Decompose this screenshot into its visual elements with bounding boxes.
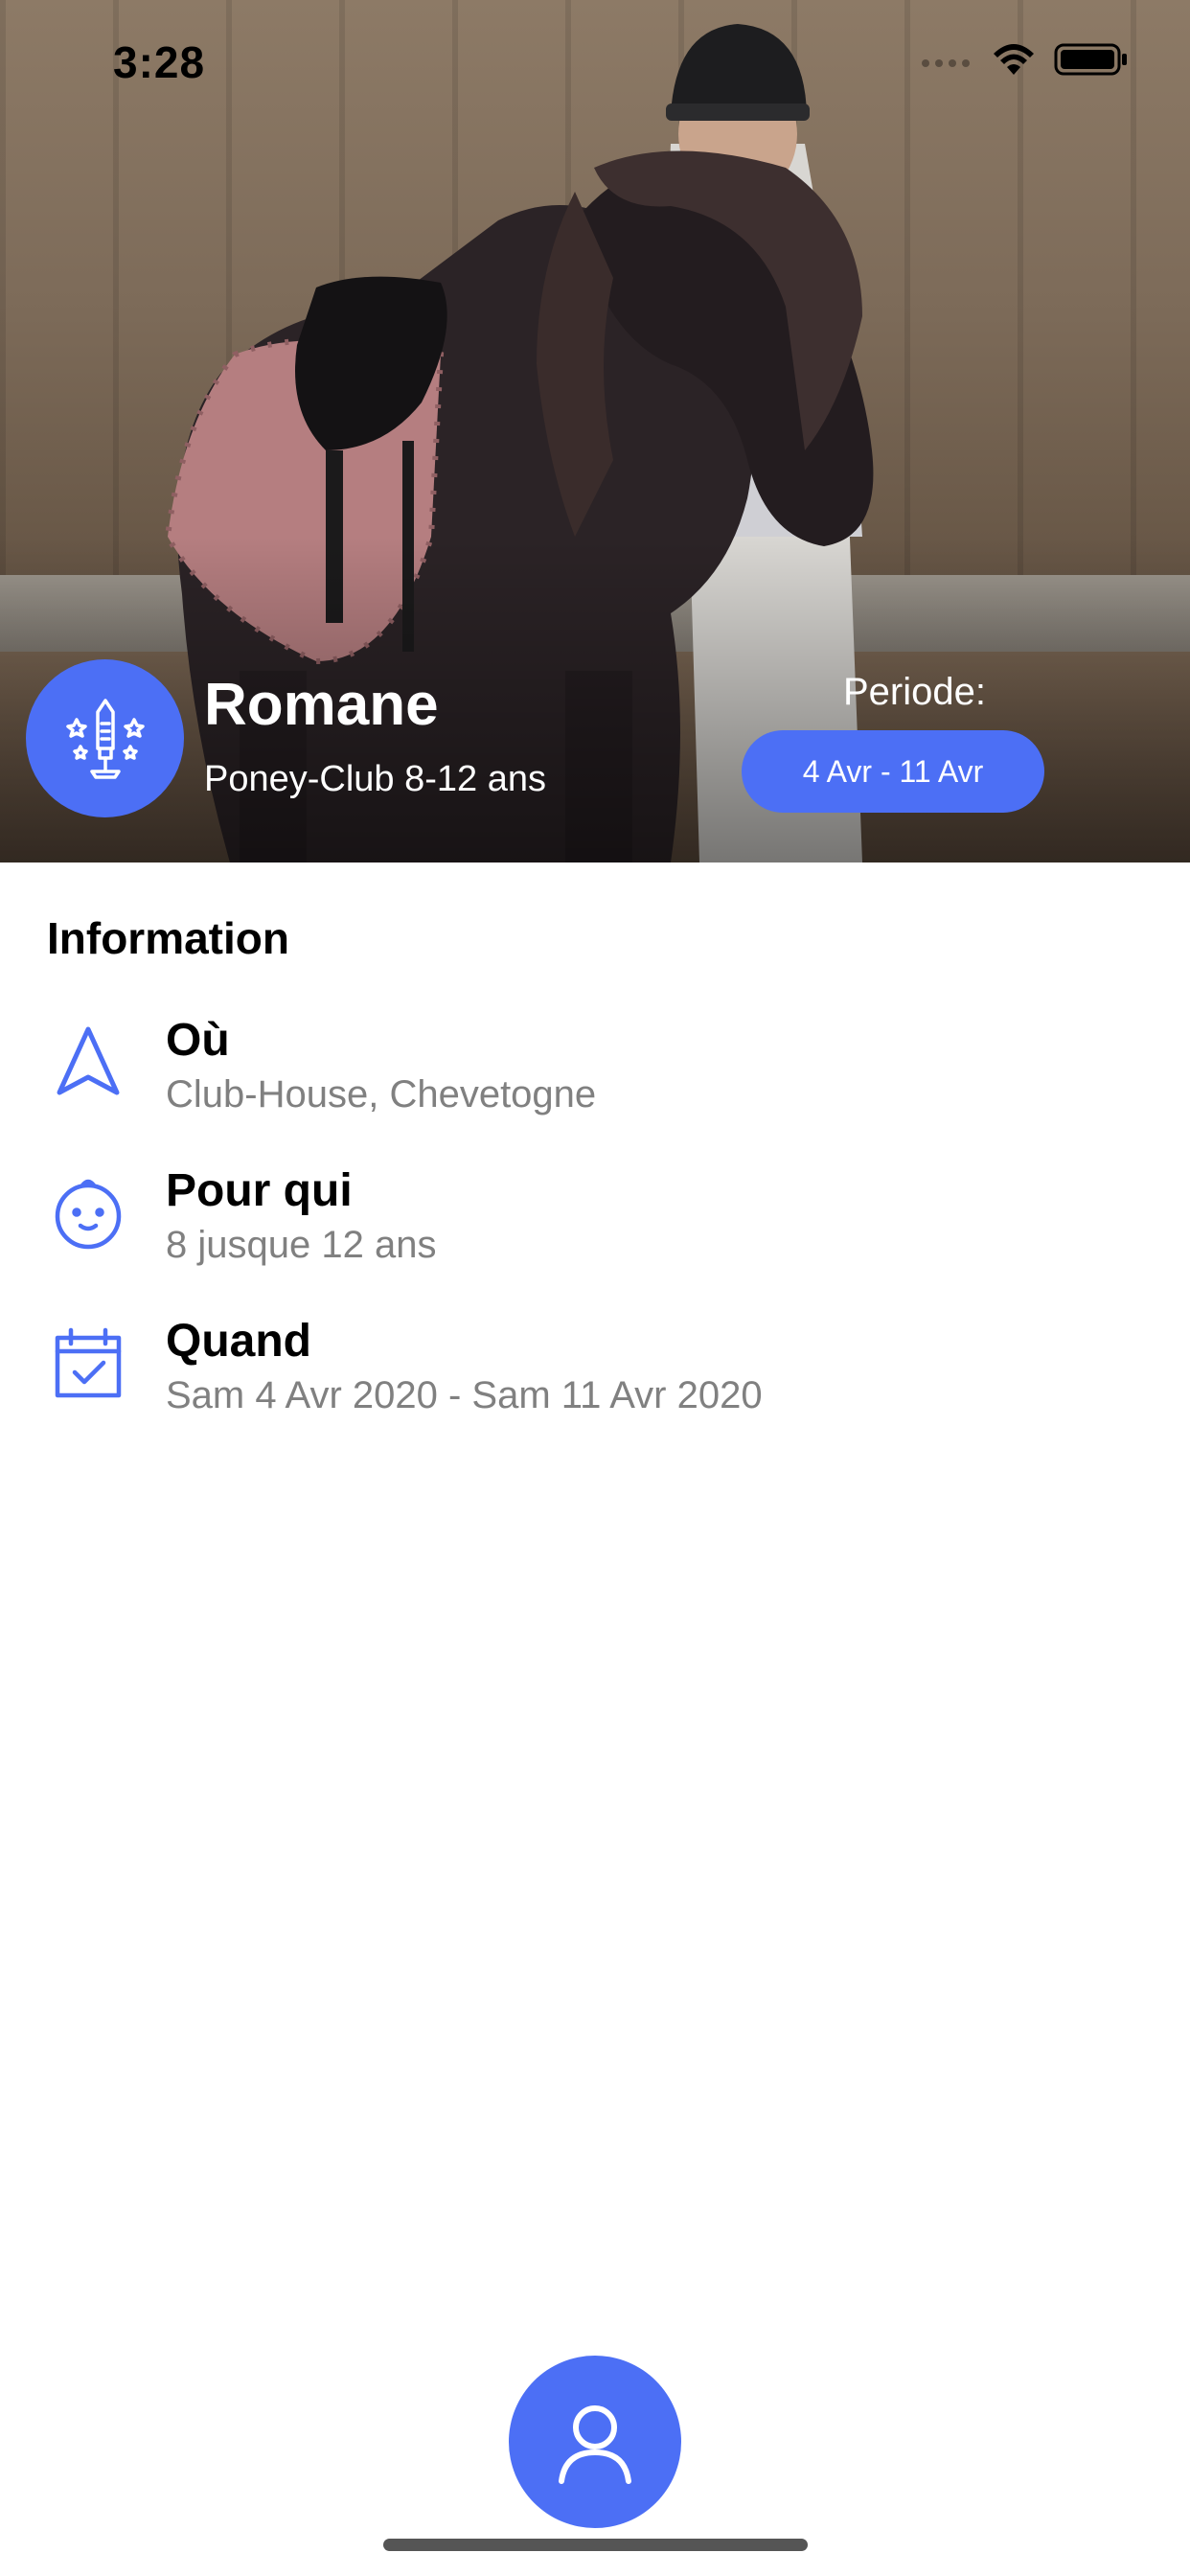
info-row-audience: Pour qui 8 jusque 12 ans (0, 1164, 1190, 1308)
user-icon (559, 2405, 631, 2484)
info-value-location: Club-House, Chevetogne (166, 1073, 597, 1116)
calendar-check-icon (55, 1327, 122, 1398)
status-bar-icons (920, 42, 1129, 77)
activity-badge (26, 659, 184, 817)
hero-gradient-overlay (0, 537, 1190, 862)
home-indicator (383, 2539, 808, 2551)
information-heading: Information (47, 913, 289, 963)
profile-button[interactable] (509, 2356, 681, 2528)
info-label-dates: Quand (166, 1316, 311, 1367)
info-value-dates: Sam 4 Avr 2020 - Sam 11 Avr 2020 (166, 1374, 763, 1416)
activity-title: Romane (204, 672, 439, 738)
activity-subtitle: Poney-Club 8-12 ans (204, 759, 546, 799)
status-bar-time: 3:28 (113, 37, 206, 87)
info-label-location: Où (166, 1015, 230, 1066)
periode-label: Periode: (843, 671, 986, 713)
info-label-audience: Pour qui (166, 1165, 353, 1216)
navigation-arrow-icon (57, 1026, 120, 1095)
periode-pill-button[interactable]: 4 Avr - 11 Avr (742, 730, 1044, 813)
info-row-location: Où Club-House, Chevetogne (0, 1014, 1190, 1158)
wifi-icon (994, 44, 1034, 75)
baby-face-icon (55, 1179, 122, 1250)
info-value-audience: 8 jusque 12 ans (166, 1224, 437, 1266)
fireworks-icon (65, 698, 145, 779)
info-row-dates: Quand Sam 4 Avr 2020 - Sam 11 Avr 2020 (0, 1315, 1190, 1459)
hero-header: 3:28 Romane Poney-Club 8-12 ans Periode:… (0, 0, 1190, 862)
cellular-signal-icon (922, 59, 970, 67)
battery-icon (1054, 43, 1127, 76)
